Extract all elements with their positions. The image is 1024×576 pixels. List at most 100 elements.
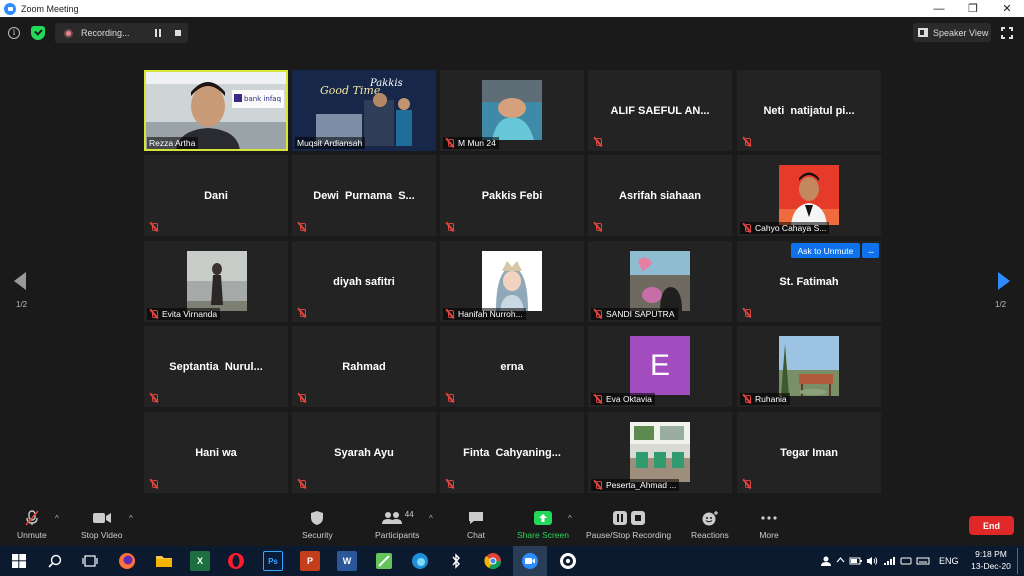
- share-screen-label: Share Screen: [517, 530, 569, 540]
- participant-name: Evita Virnanda: [162, 309, 218, 319]
- muted-mic-icon: [149, 393, 159, 404]
- task-view-icon[interactable]: [80, 551, 100, 571]
- participant-tile[interactable]: Hanifah Nurroh...: [440, 241, 584, 322]
- participant-tile[interactable]: Peserta_Ahmad ...: [588, 412, 732, 493]
- muted-microphone-icon: [22, 510, 42, 526]
- muted-mic-icon: [593, 222, 603, 233]
- clock-time: 9:18 PM: [975, 549, 1007, 559]
- participant-tile[interactable]: M Mun 24: [440, 70, 584, 151]
- speaker-view-button[interactable]: Speaker View: [913, 23, 991, 42]
- minimize-button[interactable]: —: [922, 0, 956, 17]
- windows-start-icon[interactable]: [9, 551, 29, 571]
- participant-tile[interactable]: Neti natijatul pi...: [737, 70, 881, 151]
- bluetooth-icon[interactable]: [446, 551, 466, 571]
- participants-label: Participants: [375, 530, 420, 540]
- show-desktop-button[interactable]: [1017, 548, 1020, 574]
- participant-tile[interactable]: Tegar Iman: [737, 412, 881, 493]
- participant-name: Neti natijatul pi...: [763, 104, 855, 117]
- tray-language[interactable]: ENG: [939, 556, 959, 566]
- tray-battery-icon[interactable]: [849, 556, 863, 568]
- encryption-shield-icon[interactable]: [31, 26, 45, 40]
- pause-recording-icon[interactable]: [155, 29, 161, 37]
- share-screen-button[interactable]: Share Screen: [517, 510, 569, 540]
- participant-tile[interactable]: Pakkis Febi: [440, 155, 584, 236]
- tray-network-icon[interactable]: [883, 556, 895, 568]
- participant-tile[interactable]: Asrifah siahaan: [588, 155, 732, 236]
- tile-more-options-button[interactable]: ...: [862, 243, 879, 258]
- participant-tile[interactable]: Dewi Purnama S...: [292, 155, 436, 236]
- obs-icon[interactable]: [558, 551, 578, 571]
- participant-tile[interactable]: erna: [440, 326, 584, 407]
- stop-video-button[interactable]: Stop Video: [81, 510, 122, 540]
- zoom-taskbar-icon[interactable]: [520, 551, 540, 571]
- security-button[interactable]: Security: [302, 510, 333, 540]
- participant-tile[interactable]: Evita Virnanda: [144, 241, 288, 322]
- tray-chevron-icon[interactable]: [836, 556, 845, 566]
- participant-tile[interactable]: Good Time Pakkis Muqsit Ardiansah: [292, 70, 436, 151]
- tray-people-icon[interactable]: [820, 556, 832, 568]
- chrome-icon[interactable]: [483, 551, 503, 571]
- end-meeting-button[interactable]: End: [969, 516, 1014, 535]
- taskbar-clock[interactable]: 9:18 PM 13-Dec-20: [968, 548, 1014, 572]
- participant-name: ALIF SAEFUL AN...: [610, 104, 710, 117]
- previous-page-arrow-icon[interactable]: [14, 272, 26, 290]
- participant-tile[interactable]: bank infaq Rezza Artha: [144, 70, 288, 151]
- pause-stop-recording-icon: [609, 510, 649, 526]
- powerpoint-icon[interactable]: P: [300, 551, 320, 571]
- share-options-caret-icon[interactable]: ^: [568, 514, 572, 523]
- close-button[interactable]: ✕: [990, 0, 1024, 17]
- excel-icon[interactable]: X: [190, 551, 210, 571]
- muted-mic-icon: [149, 479, 159, 490]
- meeting-info-icon[interactable]: i: [8, 27, 20, 39]
- muted-mic-icon: [445, 222, 455, 233]
- participant-tile[interactable]: Cahyo Cahaya S...: [737, 155, 881, 236]
- recording-indicator: Recording...: [55, 23, 188, 43]
- muted-mic-icon: [593, 480, 603, 491]
- video-options-caret-icon[interactable]: ^: [129, 514, 133, 523]
- pause-stop-recording-button[interactable]: Pause/Stop Recording: [586, 510, 671, 540]
- unmute-button[interactable]: Unmute: [17, 510, 47, 540]
- participants-options-caret-icon[interactable]: ^: [429, 514, 433, 523]
- tray-volume-icon[interactable]: [866, 556, 878, 568]
- participant-name: Peserta_Ahmad ...: [606, 480, 677, 490]
- next-page-arrow-icon[interactable]: [998, 272, 1010, 290]
- participant-tile[interactable]: E Eva Oktavia: [588, 326, 732, 407]
- opera-icon[interactable]: [226, 551, 246, 571]
- fullscreen-icon[interactable]: [1001, 27, 1013, 39]
- participant-name-label: Peserta_Ahmad ...: [591, 479, 680, 491]
- audio-options-caret-icon[interactable]: ^: [55, 514, 59, 523]
- participant-initial-avatar: E: [630, 336, 690, 395]
- participant-tile[interactable]: Finta Cahyaning...: [440, 412, 584, 493]
- participant-tile[interactable]: Ruhania: [737, 326, 881, 407]
- file-explorer-icon[interactable]: [154, 551, 174, 571]
- restore-button[interactable]: ❐: [956, 0, 990, 17]
- edge-icon[interactable]: [410, 551, 430, 571]
- tray-keyboard-icon[interactable]: [916, 556, 930, 568]
- word-icon[interactable]: W: [337, 551, 357, 571]
- chat-button[interactable]: Chat: [466, 510, 486, 540]
- participant-tile[interactable]: Hani wa: [144, 412, 288, 493]
- participant-tile[interactable]: Syarah Ayu: [292, 412, 436, 493]
- participant-tile[interactable]: Rahmad: [292, 326, 436, 407]
- more-button[interactable]: More: [759, 510, 779, 540]
- participant-name: Muqsit Ardiansah: [297, 138, 363, 148]
- ask-to-unmute-button[interactable]: Ask to Unmute: [791, 243, 860, 258]
- participant-tile[interactable]: ALIF SAEFUL AN...: [588, 70, 732, 151]
- tray-drive-icon[interactable]: [900, 556, 912, 568]
- participant-tile[interactable]: Septantia Nurul...: [144, 326, 288, 407]
- window-title: Zoom Meeting: [21, 3, 79, 14]
- stop-recording-icon[interactable]: [175, 30, 181, 36]
- participant-tile[interactable]: diyah safitri: [292, 241, 436, 322]
- snipping-app-icon[interactable]: [374, 551, 394, 571]
- participants-button[interactable]: 44 Participants: [375, 510, 420, 541]
- participant-tile[interactable]: SANDI SAPUTRA: [588, 241, 732, 322]
- firefox-icon[interactable]: [117, 551, 137, 571]
- participant-name: Asrifah siahaan: [619, 189, 701, 202]
- reactions-button[interactable]: Reactions: [691, 510, 729, 540]
- reactions-label: Reactions: [691, 530, 729, 540]
- photoshop-icon[interactable]: Ps: [263, 551, 283, 571]
- participant-profile-picture: [482, 80, 542, 140]
- participant-name-label: Cahyo Cahaya S...: [740, 222, 830, 234]
- participant-tile[interactable]: Dani: [144, 155, 288, 236]
- search-icon[interactable]: [45, 551, 65, 571]
